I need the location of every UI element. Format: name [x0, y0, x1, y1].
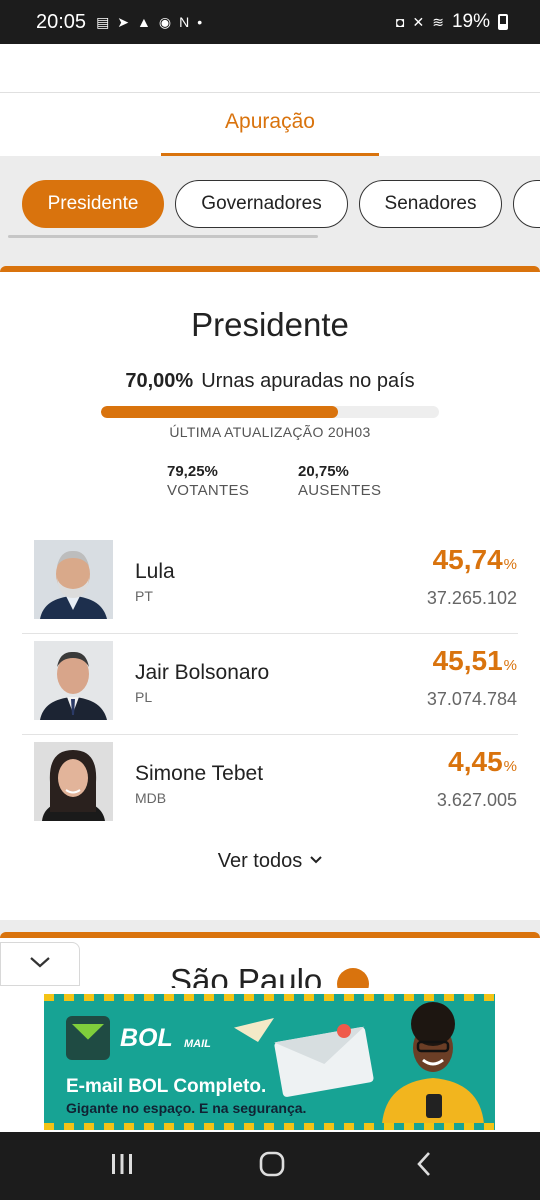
percent-unit: %	[503, 758, 517, 775]
votantes-label: VOTANTES	[167, 482, 250, 499]
back-icon	[415, 1151, 433, 1182]
mute-icon: ✕	[412, 13, 425, 30]
candidate-votes: 37.265.102	[426, 588, 517, 608]
percent-unit: %	[503, 556, 517, 573]
percent-value: 45,74	[432, 544, 503, 575]
last-update: ÚLTIMA ATUALIZAÇÃO 20H03	[169, 424, 371, 440]
percent-value: 45,51	[432, 645, 503, 676]
candidate-party: PT	[135, 588, 153, 604]
ad-person-image	[378, 1002, 488, 1124]
candidate-name: Jair Bolsonaro	[135, 661, 270, 684]
home-button[interactable]	[242, 1146, 302, 1186]
filter-scrollbar[interactable]	[8, 235, 318, 238]
tab-apuracao[interactable]: Apuração	[161, 108, 379, 156]
stat-votantes: 79,25% VOTANTES	[167, 463, 249, 499]
notification-icons: ▤ ➤ ▲ ◉ N •	[96, 14, 202, 31]
chevron-down-icon	[310, 852, 322, 867]
urnas-apuradas: 70,00% Urnas apuradas no país	[0, 370, 540, 393]
candidate-photo	[34, 641, 113, 720]
urnas-label: Urnas apuradas no país	[201, 370, 415, 392]
candidate-row[interactable]: Jair Bolsonaro PL 45,51% 37.074.784	[22, 635, 518, 735]
ausentes-label: AUSENTES	[298, 482, 382, 499]
state-card: São Paulo	[0, 932, 540, 992]
back-button[interactable]	[394, 1146, 454, 1186]
percent-unit: %	[503, 657, 517, 674]
home-icon	[258, 1150, 286, 1183]
header-divider	[0, 92, 540, 93]
candidate-percent: 4,45%	[448, 746, 517, 778]
more-dot-icon: •	[197, 14, 203, 30]
alarm-icon: ◘	[396, 14, 405, 30]
status-bar: 20:05 ▤ ➤ ▲ ◉ N • ◘ ✕ ≋ 19%	[0, 0, 540, 44]
recent-apps-icon	[109, 1152, 135, 1181]
candidate-row[interactable]: Lula PT 45,74% 37.265.102	[22, 534, 518, 634]
see-all-label: Ver todos	[217, 850, 303, 872]
percent-value: 4,45	[448, 746, 503, 777]
app-icon: ◉	[158, 13, 172, 30]
warning-icon: ▲	[137, 14, 151, 30]
filter-governadores[interactable]: Governadores	[175, 180, 348, 228]
page-header: Apuração	[0, 44, 540, 156]
nfc-icon: N	[179, 14, 190, 30]
candidate-photo	[34, 540, 113, 619]
candidate-votes: 3.627.005	[436, 790, 517, 810]
votantes-value: 79,25%	[167, 463, 218, 480]
telegram-icon: ➤	[117, 13, 130, 30]
candidate-percent: 45,74%	[433, 544, 517, 576]
candidate-party: PL	[135, 689, 153, 705]
progress-fill	[101, 406, 338, 418]
ad-headline: E-mail BOL Completo.	[66, 1076, 267, 1097]
notification-badge-icon	[337, 1024, 351, 1038]
collapse-ad-button[interactable]	[0, 942, 80, 986]
ad-brand-sub: MAIL	[184, 1038, 211, 1050]
envelope-icon	[273, 1026, 375, 1098]
candidate-votes: 37.074.784	[426, 689, 517, 709]
bol-mail-ad[interactable]: BOL MAIL E-mail BOL Completo. Gigante no…	[44, 994, 495, 1130]
ad-stripe-bottom	[44, 1123, 495, 1130]
system-nav-bar	[0, 1132, 540, 1200]
battery-text: 19%	[451, 11, 490, 32]
paper-plane-icon	[234, 1018, 274, 1042]
chevron-down-icon	[29, 955, 51, 973]
filter-more[interactable]	[513, 180, 540, 228]
candidate-name: Lula	[135, 560, 175, 583]
ad-stripe-top	[44, 994, 495, 1001]
status-time: 20:05	[36, 10, 87, 33]
card-title: Presidente	[191, 306, 349, 343]
filter-bar: Presidente Governadores Senadores	[0, 156, 540, 250]
candidate-party: MDB	[135, 790, 167, 806]
wifi-icon: ≋	[432, 13, 444, 30]
battery-icon	[498, 14, 508, 30]
candidate-row[interactable]: Simone Tebet MDB 4,45% 3.627.005	[22, 736, 518, 836]
candidate-photo	[34, 742, 113, 821]
ad-brand: BOL	[120, 1024, 173, 1052]
candidate-name: Simone Tebet	[135, 762, 264, 785]
recent-apps-button[interactable]	[92, 1146, 152, 1186]
ad-container: BOL MAIL E-mail BOL Completo. Gigante no…	[0, 988, 540, 1132]
results-card: Presidente 70,00% Urnas apuradas no país …	[0, 266, 540, 920]
ad-tagline: Gigante no espaço. E na segurança.	[66, 1100, 307, 1116]
see-all-button[interactable]: Ver todos	[0, 850, 540, 873]
filter-presidente[interactable]: Presidente	[22, 180, 164, 228]
ausentes-value: 20,75%	[298, 463, 349, 480]
progress-bar	[101, 406, 439, 418]
filter-senadores[interactable]: Senadores	[359, 180, 502, 228]
stat-ausentes: 20,75% AUSENTES	[298, 463, 381, 499]
bol-logo-icon	[66, 1016, 110, 1060]
candidate-percent: 45,51%	[433, 645, 517, 677]
message-icon: ▤	[96, 13, 110, 30]
urnas-percent: 70,00%	[125, 370, 194, 392]
